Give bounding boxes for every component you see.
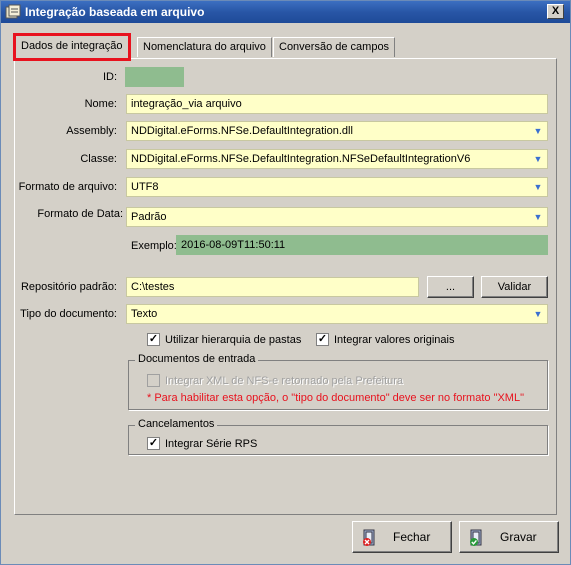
app-icon: [5, 4, 21, 19]
cancelamentos-legend: Cancelamentos: [135, 418, 218, 430]
formato-arquivo-select[interactable]: UTF8 ▼: [126, 177, 548, 197]
fechar-button[interactable]: Fechar: [352, 521, 452, 553]
tab-dados-integracao[interactable]: Dados de integração: [13, 33, 131, 61]
classe-label: Classe:: [80, 153, 117, 165]
valores-originais-checkbox[interactable]: ✓: [316, 333, 329, 346]
close-button[interactable]: X: [547, 4, 564, 19]
documentos-entrada-legend: Documentos de entrada: [135, 353, 259, 365]
id-label: ID:: [102, 71, 117, 83]
formato-arquivo-label: Formato de arquivo:: [18, 181, 117, 193]
tipo-documento-value: Texto: [131, 308, 158, 320]
xml-requirement-note: * Para habilitar esta opção, o "tipo do …: [147, 392, 524, 404]
valores-originais-label[interactable]: Integrar valores originais: [334, 334, 454, 346]
integrar-xml-checkbox[interactable]: [147, 374, 160, 387]
formato-arquivo-value: UTF8: [131, 181, 159, 193]
browse-button[interactable]: ...: [427, 276, 474, 298]
tipo-documento-label: Tipo do documento:: [20, 308, 117, 320]
classe-value: NDDigital.eForms.NFSe.DefaultIntegration…: [131, 153, 471, 165]
repositorio-value: C:\testes: [131, 281, 175, 293]
repositorio-input[interactable]: C:\testes: [126, 277, 419, 297]
id-field: [125, 67, 184, 87]
chevron-down-icon[interactable]: ▼: [531, 179, 545, 195]
tab-conversao-campos[interactable]: Conversão de campos: [273, 37, 396, 57]
hierarquia-checkbox[interactable]: ✓: [147, 333, 160, 346]
window-title: Integração baseada em arquivo: [25, 5, 205, 19]
validar-button[interactable]: Validar: [481, 276, 548, 298]
repositorio-label: Repositório padrão:: [20, 281, 117, 293]
nome-label: Nome:: [84, 98, 117, 110]
integrar-xml-label: Integrar XML de NFS-e retornado pela Pre…: [165, 375, 404, 387]
tab-nomenclatura-arquivo[interactable]: Nomenclatura do arquivo: [137, 37, 272, 57]
fechar-label: Fechar: [393, 530, 431, 544]
gravar-label: Gravar: [500, 530, 537, 544]
formato-data-select[interactable]: Padrão ▼: [126, 207, 548, 227]
chevron-down-icon[interactable]: ▼: [531, 209, 545, 225]
tipo-documento-select[interactable]: Texto ▼: [126, 304, 548, 324]
nome-input[interactable]: integração_via arquivo: [126, 94, 548, 114]
formato-data-value: Padrão: [131, 211, 167, 223]
integrar-serie-rps-label[interactable]: Integrar Série RPS: [165, 438, 257, 450]
close-door-icon: [363, 529, 375, 546]
save-check-icon: [470, 529, 482, 546]
formato-data-label: Formato de Data:: [37, 208, 123, 220]
classe-select[interactable]: NDDigital.eForms.NFSe.DefaultIntegration…: [126, 149, 548, 169]
integrar-serie-rps-checkbox[interactable]: ✓: [147, 437, 160, 450]
integration-window: Integração baseada em arquivo X Dados de…: [0, 0, 571, 565]
assembly-select[interactable]: NDDigital.eForms.NFSe.DefaultIntegration…: [126, 121, 548, 141]
exemplo-field: 2016-08-09T11:50:11: [176, 235, 548, 255]
nome-value: integração_via arquivo: [131, 98, 242, 110]
chevron-down-icon[interactable]: ▼: [531, 151, 545, 167]
assembly-value: NDDigital.eForms.NFSe.DefaultIntegration…: [131, 125, 353, 137]
hierarquia-label[interactable]: Utilizar hierarquia de pastas: [165, 334, 301, 346]
title-bar[interactable]: Integração baseada em arquivo X: [1, 1, 570, 23]
assembly-label: Assembly:: [66, 125, 117, 137]
chevron-down-icon[interactable]: ▼: [531, 306, 545, 322]
exemplo-label: Exemplo:: [131, 240, 177, 252]
gravar-button[interactable]: Gravar: [459, 521, 559, 553]
chevron-down-icon[interactable]: ▼: [531, 123, 545, 139]
